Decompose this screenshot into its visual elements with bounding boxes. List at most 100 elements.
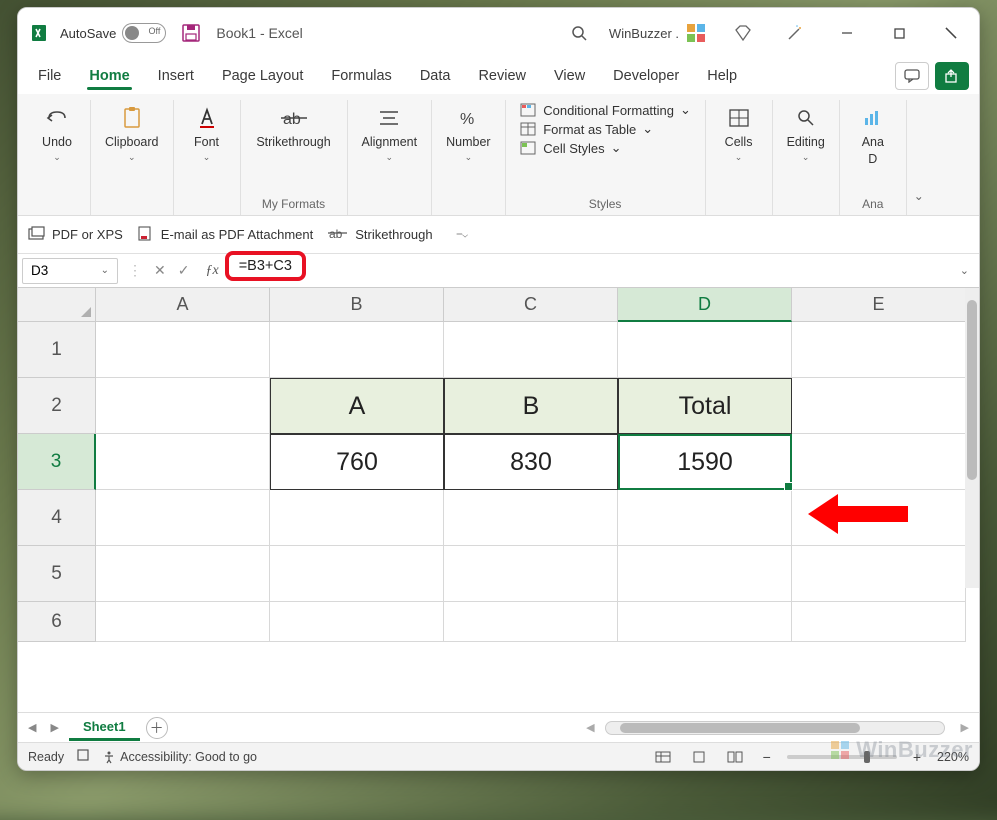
cell-A5[interactable] (96, 546, 270, 602)
accessibility-button[interactable]: Accessibility: Good to go (102, 750, 257, 764)
cell-B5[interactable] (270, 546, 444, 602)
col-header-C[interactable]: C (444, 288, 618, 322)
cell-C1[interactable] (444, 322, 618, 378)
col-header-A[interactable]: A (96, 288, 270, 322)
undo-button[interactable]: Undo ⌄ (32, 100, 82, 167)
cell-E1[interactable] (792, 322, 966, 378)
horizontal-scrollbar[interactable] (605, 721, 945, 735)
close-button[interactable] (929, 13, 973, 53)
cell-A2[interactable] (96, 378, 270, 434)
clipboard-button[interactable]: Clipboard ⌄ (99, 100, 165, 167)
hscroll-right-icon[interactable]: ▶ (957, 719, 973, 736)
row-header-2[interactable]: 2 (18, 378, 96, 434)
row-header-4[interactable]: 4 (18, 490, 96, 546)
cell-D1[interactable] (618, 322, 792, 378)
tab-developer[interactable]: Developer (603, 62, 689, 90)
share-button[interactable] (935, 62, 969, 90)
tab-home[interactable]: Home (79, 62, 139, 90)
comments-button[interactable] (895, 62, 929, 90)
tab-file[interactable]: File (28, 62, 71, 90)
row-header-6[interactable]: 6 (18, 602, 96, 642)
cell-E3[interactable] (792, 434, 966, 490)
cell-D2[interactable]: Total (618, 378, 792, 434)
cell-C6[interactable] (444, 602, 618, 642)
row-header-3[interactable]: 3 (18, 434, 96, 490)
page-layout-view-icon[interactable] (687, 748, 711, 766)
cell-E6[interactable] (792, 602, 966, 642)
col-header-D[interactable]: D (618, 288, 792, 322)
wand-icon[interactable] (773, 13, 817, 53)
cell-B4[interactable] (270, 490, 444, 546)
macro-icon[interactable] (76, 748, 90, 765)
autosave-toggle[interactable]: AutoSave Off (60, 23, 166, 43)
col-header-E[interactable]: E (792, 288, 966, 322)
tab-insert[interactable]: Insert (148, 62, 204, 90)
cell-B6[interactable] (270, 602, 444, 642)
format-as-table-button[interactable]: Format as Table ⌄ (519, 121, 691, 137)
sheet-nav-prev-icon[interactable]: ◀ (24, 719, 40, 736)
diamond-icon[interactable] (721, 13, 765, 53)
cell-C2[interactable]: B (444, 378, 618, 434)
select-all-corner[interactable] (18, 288, 96, 322)
editing-button[interactable]: Editing ⌄ (781, 100, 831, 167)
sheet-nav-next-icon[interactable]: ▶ (46, 719, 62, 736)
tab-page-layout[interactable]: Page Layout (212, 62, 313, 90)
tab-view[interactable]: View (544, 62, 595, 90)
fx-icon[interactable]: ƒx (199, 263, 224, 279)
cell-E5[interactable] (792, 546, 966, 602)
formula-input[interactable]: =B3+C3 (229, 257, 950, 285)
cell-B1[interactable] (270, 322, 444, 378)
user-account[interactable]: WinBuzzer . (609, 20, 709, 46)
cell-E2[interactable] (792, 378, 966, 434)
enter-formula-icon[interactable]: ✓ (172, 259, 196, 282)
search-icon[interactable] (557, 13, 601, 53)
hscroll-left-icon[interactable]: ◀ (582, 719, 598, 736)
ribbon-collapse-button[interactable]: ⌄ (907, 100, 931, 215)
qat-customize-button[interactable]: ⎯⌄ (457, 228, 468, 241)
zoom-out-button[interactable]: − (759, 749, 775, 765)
maximize-button[interactable] (877, 13, 921, 53)
add-sheet-button[interactable]: ＋ (146, 717, 168, 739)
cells-button[interactable]: Cells ⌄ (714, 100, 764, 167)
tab-data[interactable]: Data (410, 62, 461, 90)
row-header-1[interactable]: 1 (18, 322, 96, 378)
cell-D4[interactable] (618, 490, 792, 546)
cancel-formula-icon[interactable]: ✕ (148, 259, 172, 282)
cell-A4[interactable] (96, 490, 270, 546)
tab-help[interactable]: Help (697, 62, 747, 90)
toggle-switch[interactable]: Off (122, 23, 166, 43)
email-pdf-button[interactable]: E-mail as PDF Attachment (137, 225, 313, 244)
cell-styles-button[interactable]: Cell Styles ⌄ (519, 140, 691, 156)
number-button[interactable]: % Number ⌄ (440, 100, 496, 167)
more-icon[interactable]: ⋮ (122, 259, 148, 282)
expand-formula-icon[interactable]: ⌄ (954, 264, 975, 277)
cell-D5[interactable] (618, 546, 792, 602)
page-break-view-icon[interactable] (723, 748, 747, 766)
cell-A6[interactable] (96, 602, 270, 642)
alignment-button[interactable]: Alignment ⌄ (356, 100, 424, 167)
cell-D3[interactable]: 1590 (618, 434, 792, 490)
tab-review[interactable]: Review (468, 62, 536, 90)
cell-D6[interactable] (618, 602, 792, 642)
cell-C3[interactable]: 830 (444, 434, 618, 490)
vertical-scrollbar[interactable] (965, 288, 979, 588)
normal-view-icon[interactable] (651, 748, 675, 766)
cell-C4[interactable] (444, 490, 618, 546)
name-box[interactable]: D3 ⌄ (22, 258, 118, 284)
col-header-B[interactable]: B (270, 288, 444, 322)
minimize-button[interactable] (825, 13, 869, 53)
qat-strikethrough-button[interactable]: ab Strikethrough (327, 226, 432, 243)
cell-B3[interactable]: 760 (270, 434, 444, 490)
cell-B2[interactable]: A (270, 378, 444, 434)
pdf-xps-button[interactable]: PDF or XPS (28, 226, 123, 243)
analyze-data-button[interactable]: Ana D (848, 100, 898, 170)
sheet-tab-sheet1[interactable]: Sheet1 (69, 715, 140, 741)
save-icon[interactable] (182, 24, 200, 42)
cell-C5[interactable] (444, 546, 618, 602)
row-header-5[interactable]: 5 (18, 546, 96, 602)
font-button[interactable]: Font ⌄ (182, 100, 232, 167)
cell-A1[interactable] (96, 322, 270, 378)
cell-A3[interactable] (96, 434, 270, 490)
strikethrough-button[interactable]: ab Strikethrough (249, 100, 339, 153)
tab-formulas[interactable]: Formulas (321, 62, 401, 90)
